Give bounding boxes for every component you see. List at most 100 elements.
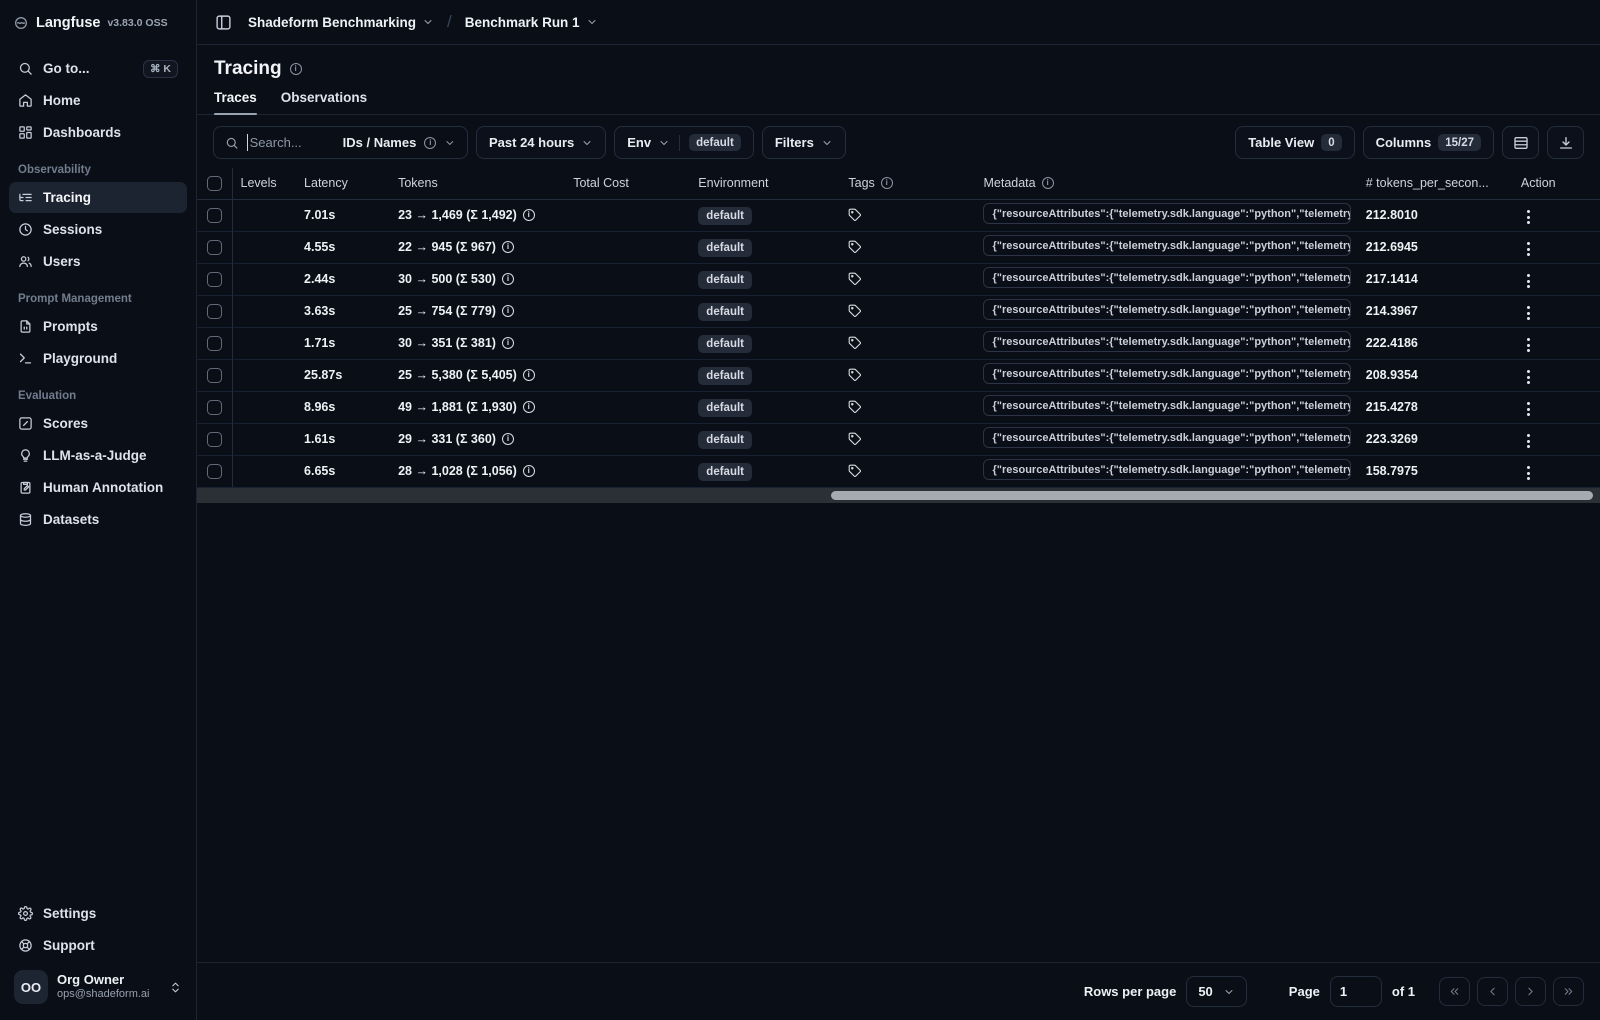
info-icon[interactable]	[522, 369, 535, 381]
search-input[interactable]	[246, 134, 335, 151]
kebab-menu-icon[interactable]	[1521, 238, 1536, 260]
table-view-button[interactable]: Table View 0	[1235, 126, 1355, 159]
time-range-button[interactable]: Past 24 hours	[476, 126, 607, 159]
tab-observations[interactable]: Observations	[281, 90, 367, 114]
table-row[interactable]: 7.01s 23 → 1,469 (Σ 1,492) default {"res…	[197, 199, 1600, 231]
sidebar-item-home[interactable]: Home	[9, 85, 187, 116]
table-row[interactable]: 1.61s 29 → 331 (Σ 360) default {"resourc…	[197, 422, 1600, 455]
columns-button[interactable]: Columns 15/27	[1362, 126, 1494, 159]
tags-cell[interactable]	[840, 390, 976, 423]
filters-button[interactable]: Filters	[761, 126, 846, 159]
tags-cell[interactable]	[840, 422, 976, 455]
info-icon[interactable]	[501, 337, 514, 349]
sidebar-item-llm-as-a-judge[interactable]: LLM-as-a-Judge	[9, 440, 187, 471]
sidebar-item-playground[interactable]: Playground	[9, 343, 187, 374]
tab-traces[interactable]: Traces	[214, 90, 257, 115]
next-page-button[interactable]	[1515, 977, 1546, 1006]
row-checkbox[interactable]	[206, 431, 222, 447]
table-row[interactable]: 4.55s 22 → 945 (Σ 967) default {"resourc…	[197, 230, 1600, 263]
row-checkbox[interactable]	[206, 303, 222, 319]
metadata-pill[interactable]: {"resourceAttributes":{"telemetry.sdk.la…	[983, 235, 1352, 256]
row-checkbox[interactable]	[206, 367, 222, 383]
metadata-cell[interactable]: {"resourceAttributes":{"telemetry.sdk.la…	[975, 230, 1358, 263]
sidebar-item-sessions[interactable]: Sessions	[9, 214, 187, 245]
page-number-input[interactable]	[1329, 976, 1382, 1007]
breadcrumb-project[interactable]: Benchmark Run 1	[465, 15, 598, 30]
metadata-cell[interactable]: {"resourceAttributes":{"telemetry.sdk.la…	[975, 294, 1358, 327]
sidebar-item-settings[interactable]: Settings	[9, 898, 187, 929]
metadata-pill[interactable]: {"resourceAttributes":{"telemetry.sdk.la…	[983, 267, 1352, 288]
table-row[interactable]: 2.44s 30 → 500 (Σ 530) default {"resourc…	[197, 262, 1600, 295]
info-icon[interactable]	[501, 433, 514, 445]
table-row[interactable]: 1.71s 30 → 351 (Σ 381) default {"resourc…	[197, 326, 1600, 359]
sidebar-item-datasets[interactable]: Datasets	[9, 504, 187, 535]
header-levels[interactable]: Levels	[232, 168, 297, 200]
breadcrumb-org[interactable]: Shadeform Benchmarking	[248, 15, 434, 30]
tags-cell[interactable]	[840, 326, 976, 359]
table-row[interactable]: 3.63s 25 → 754 (Σ 779) default {"resourc…	[197, 294, 1600, 327]
row-height-button[interactable]	[1502, 126, 1539, 159]
row-checkbox[interactable]	[206, 399, 222, 415]
kebab-menu-icon[interactable]	[1521, 430, 1536, 452]
row-checkbox[interactable]	[206, 463, 222, 479]
tags-cell[interactable]	[840, 230, 976, 263]
info-icon[interactable]	[501, 241, 514, 253]
sidebar-toggle-button[interactable]	[210, 9, 237, 36]
sidebar-item-scores[interactable]: Scores	[9, 408, 187, 439]
row-checkbox[interactable]	[206, 207, 222, 223]
kebab-menu-icon[interactable]	[1521, 302, 1536, 324]
kebab-menu-icon[interactable]	[1521, 270, 1536, 292]
rows-per-page-select[interactable]: 50	[1186, 976, 1247, 1007]
metadata-cell[interactable]: {"resourceAttributes":{"telemetry.sdk.la…	[975, 454, 1358, 488]
horizontal-scrollbar[interactable]	[197, 487, 1600, 503]
scrollbar-thumb[interactable]	[831, 490, 1593, 500]
header-environment[interactable]: Environment	[690, 168, 841, 200]
info-icon[interactable]	[522, 401, 535, 413]
sidebar-item-dashboards[interactable]: Dashboards	[9, 117, 187, 148]
kebab-menu-icon[interactable]	[1521, 398, 1536, 420]
metadata-pill[interactable]: {"resourceAttributes":{"telemetry.sdk.la…	[983, 299, 1352, 320]
header-tokens-per-second[interactable]: # tokens_per_secon...	[1357, 168, 1513, 200]
header-metadata[interactable]: Metadata	[975, 168, 1358, 200]
kebab-menu-icon[interactable]	[1521, 366, 1536, 388]
metadata-pill[interactable]: {"resourceAttributes":{"telemetry.sdk.la…	[983, 427, 1352, 448]
search-mode-label[interactable]: IDs / Names	[343, 135, 417, 150]
table-row[interactable]: 25.87s 25 → 5,380 (Σ 5,405) default {"re…	[197, 358, 1600, 391]
info-icon[interactable]	[501, 273, 514, 285]
env-filter-button[interactable]: Env default	[614, 126, 754, 159]
header-tokens[interactable]: Tokens	[390, 168, 566, 200]
metadata-cell[interactable]: {"resourceAttributes":{"telemetry.sdk.la…	[975, 262, 1358, 295]
metadata-pill[interactable]: {"resourceAttributes":{"telemetry.sdk.la…	[983, 459, 1352, 480]
sidebar-item-prompts[interactable]: Prompts	[9, 311, 187, 342]
metadata-pill[interactable]: {"resourceAttributes":{"telemetry.sdk.la…	[983, 363, 1352, 384]
first-page-button[interactable]	[1439, 977, 1470, 1006]
tags-cell[interactable]	[840, 358, 976, 391]
last-page-button[interactable]	[1553, 977, 1584, 1006]
metadata-pill[interactable]: {"resourceAttributes":{"telemetry.sdk.la…	[983, 203, 1352, 224]
tags-cell[interactable]	[840, 262, 976, 295]
chevron-down-icon[interactable]	[444, 137, 456, 149]
kebab-menu-icon[interactable]	[1521, 462, 1536, 484]
row-checkbox[interactable]	[206, 335, 222, 351]
tags-cell[interactable]	[840, 199, 975, 231]
previous-page-button[interactable]	[1477, 977, 1508, 1006]
row-checkbox[interactable]	[206, 239, 222, 255]
kebab-menu-icon[interactable]	[1521, 334, 1536, 356]
info-icon[interactable]	[522, 209, 535, 221]
metadata-cell[interactable]: {"resourceAttributes":{"telemetry.sdk.la…	[975, 358, 1358, 391]
metadata-cell[interactable]: {"resourceAttributes":{"telemetry.sdk.la…	[975, 199, 1357, 231]
metadata-pill[interactable]: {"resourceAttributes":{"telemetry.sdk.la…	[983, 395, 1352, 416]
info-icon[interactable]	[522, 465, 535, 477]
tags-cell[interactable]	[840, 294, 976, 327]
sidebar-item-users[interactable]: Users	[9, 246, 187, 277]
row-checkbox[interactable]	[206, 271, 222, 287]
user-menu[interactable]: OO Org Owner ops@shadeform.ai	[9, 962, 187, 1014]
header-total-cost[interactable]: Total Cost	[565, 168, 691, 200]
header-latency[interactable]: Latency	[296, 168, 391, 200]
table-row[interactable]: 6.65s 28 → 1,028 (Σ 1,056) default {"res…	[197, 454, 1600, 488]
sidebar-item-goto[interactable]: Go to... ⌘ K	[9, 53, 187, 84]
tags-cell[interactable]	[840, 454, 976, 488]
metadata-cell[interactable]: {"resourceAttributes":{"telemetry.sdk.la…	[975, 390, 1358, 423]
metadata-cell[interactable]: {"resourceAttributes":{"telemetry.sdk.la…	[975, 326, 1358, 359]
sidebar-item-support[interactable]: Support	[9, 930, 187, 961]
